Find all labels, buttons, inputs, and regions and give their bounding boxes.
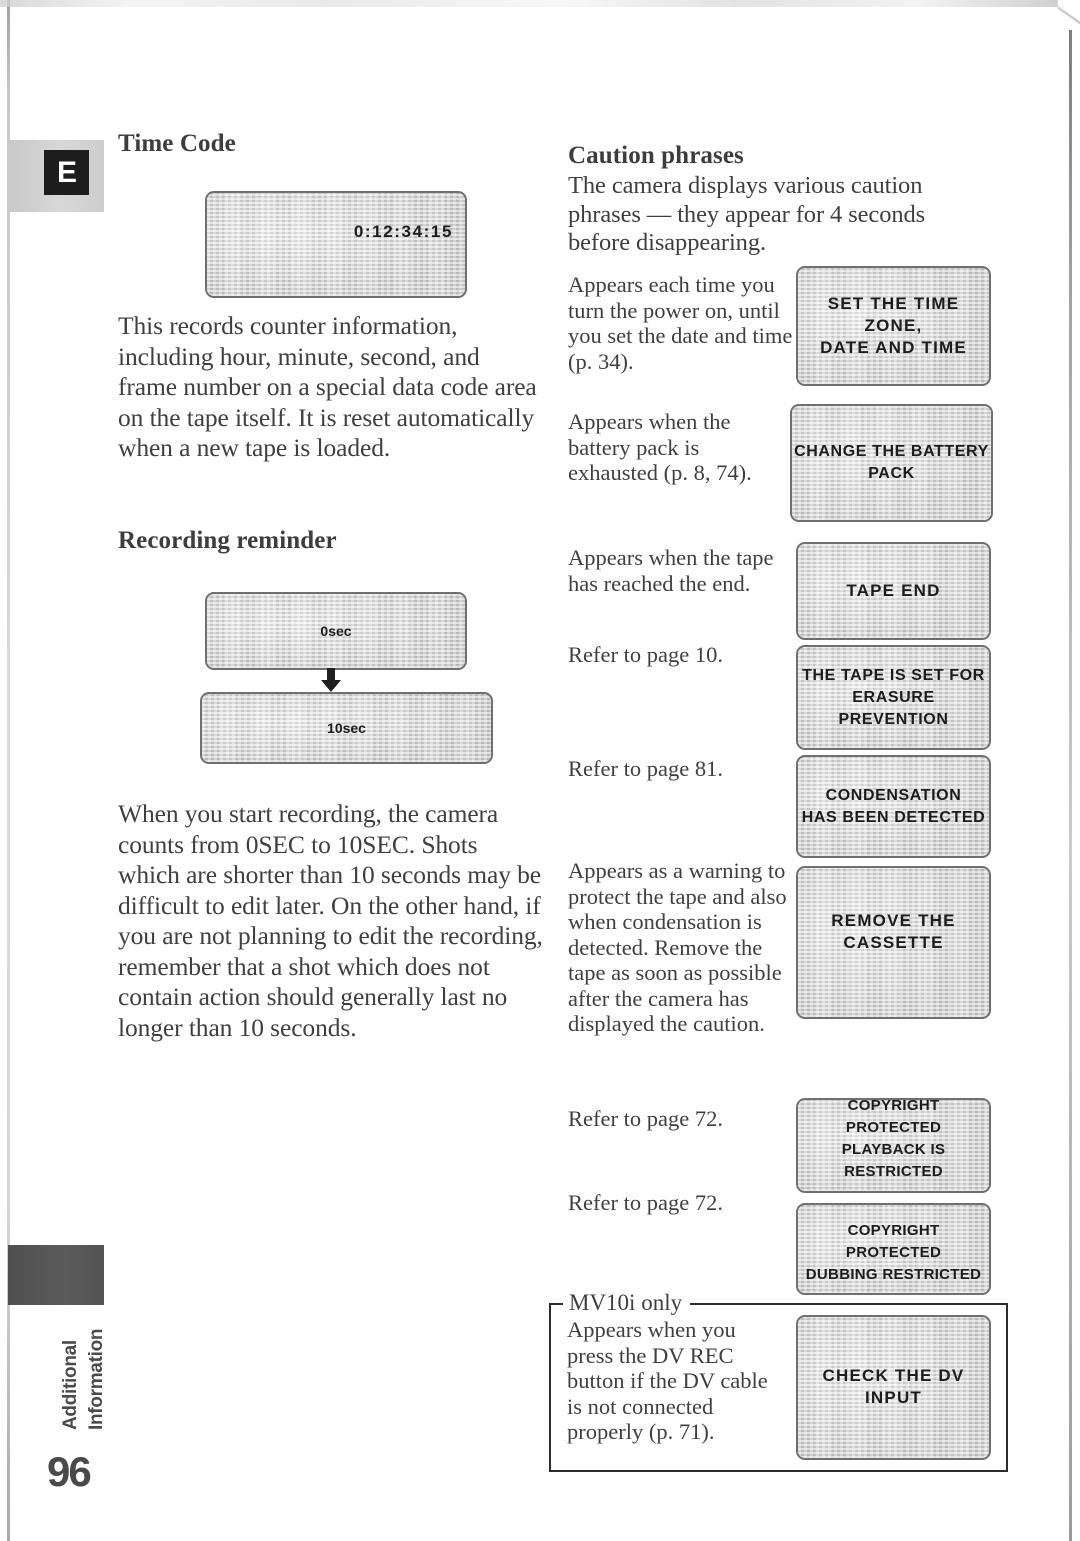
section-label-line2: Information (86, 1328, 107, 1430)
language-badge-e: E (44, 150, 89, 195)
section-side-label: Additional Information (0, 1310, 120, 1430)
lcd-caution-text: SET THE TIME ZONE, DATE AND TIME (820, 294, 967, 357)
lcd-caution-display: THE TAPE IS SET FOR ERASURE PREVENTION (796, 645, 991, 750)
caution-description: Appears when the tape has reached the en… (568, 545, 774, 596)
lcd-caution-text: CONDENSATION HAS BEEN DETECTED (801, 786, 986, 826)
heading-caution-phrases: Caution phrases (568, 142, 744, 169)
lcd-timecode-display: 0:12:34:15 (205, 191, 467, 298)
caution-description: Refer to page 72. (568, 1190, 723, 1215)
lcd-caution-text: TAPE END (846, 581, 941, 600)
scan-edge-right (1069, 10, 1072, 1541)
lcd-caution-text: REMOVE THE CASSETTE (831, 911, 956, 952)
lcd-reminder-end-display: 10sec (200, 692, 493, 764)
lcd-reminder-start-display: 0sec (205, 592, 467, 670)
lcd-reminder-start-text: 0sec (320, 623, 352, 639)
lcd-caution-display: REMOVE THE CASSETTE (796, 866, 991, 1019)
lcd-mv10i-text: CHECK THE DV INPUT (822, 1366, 965, 1407)
lcd-caution-display: CONDENSATION HAS BEEN DETECTED (796, 755, 991, 858)
lcd-caution-display: COPYRIGHT PROTECTED PLAYBACK IS RESTRICT… (796, 1098, 991, 1193)
heading-recording-reminder: Recording reminder (118, 527, 337, 554)
caution-description: Refer to page 10. (568, 642, 723, 667)
lcd-caution-display: SET THE TIME ZONE, DATE AND TIME (796, 266, 991, 386)
caution-description: Refer to page 81. (568, 756, 723, 781)
lcd-caution-display: COPYRIGHT PROTECTED DUBBING RESTRICTED (796, 1203, 991, 1295)
scan-corner-top-right (1058, 0, 1080, 30)
recording-reminder-body-text: When you start recording, the camera cou… (118, 799, 543, 1042)
left-column: Time Code (118, 130, 538, 158)
lcd-timecode-text: 0:12:34:15 (353, 222, 453, 241)
lcd-caution-text: CHANGE THE BATTERY PACK (794, 443, 989, 482)
heading-time-code: Time Code (118, 130, 236, 157)
lcd-caution-text: COPYRIGHT PROTECTED DUBBING RESTRICTED (805, 1222, 982, 1283)
mv10i-description: Appears when you press the DV REC button… (567, 1317, 768, 1444)
section-tab-block (8, 1245, 104, 1305)
section-label-line1: Additional (60, 1340, 81, 1430)
lcd-mv10i-display: CHECK THE DV INPUT (796, 1315, 991, 1460)
scan-edge-top (0, 0, 1080, 7)
mv10i-legend: MV10i only (563, 1291, 691, 1315)
language-badge-label: E (56, 155, 77, 189)
time-code-body-text: This records counter information, includ… (118, 311, 537, 462)
lcd-caution-display: TAPE END (796, 542, 991, 640)
lcd-caution-text: COPYRIGHT PROTECTED PLAYBACK IS RESTRICT… (841, 1098, 946, 1180)
caution-intro-text: The camera displays various caution phra… (568, 172, 926, 256)
caution-description: Appears each time you turn the power on,… (568, 272, 793, 374)
caution-description: Refer to page 72. (568, 1106, 723, 1131)
lcd-caution-display: CHANGE THE BATTERY PACK (790, 404, 993, 522)
page-number: 96 (47, 1448, 92, 1495)
caution-description: Appears as a warning to protect the tape… (568, 858, 787, 1036)
lcd-caution-text: THE TAPE IS SET FOR ERASURE PREVENTION (802, 666, 985, 728)
caution-description: Appears when the battery pack is exhaust… (568, 409, 752, 485)
lcd-reminder-end-text: 10sec (327, 720, 366, 736)
